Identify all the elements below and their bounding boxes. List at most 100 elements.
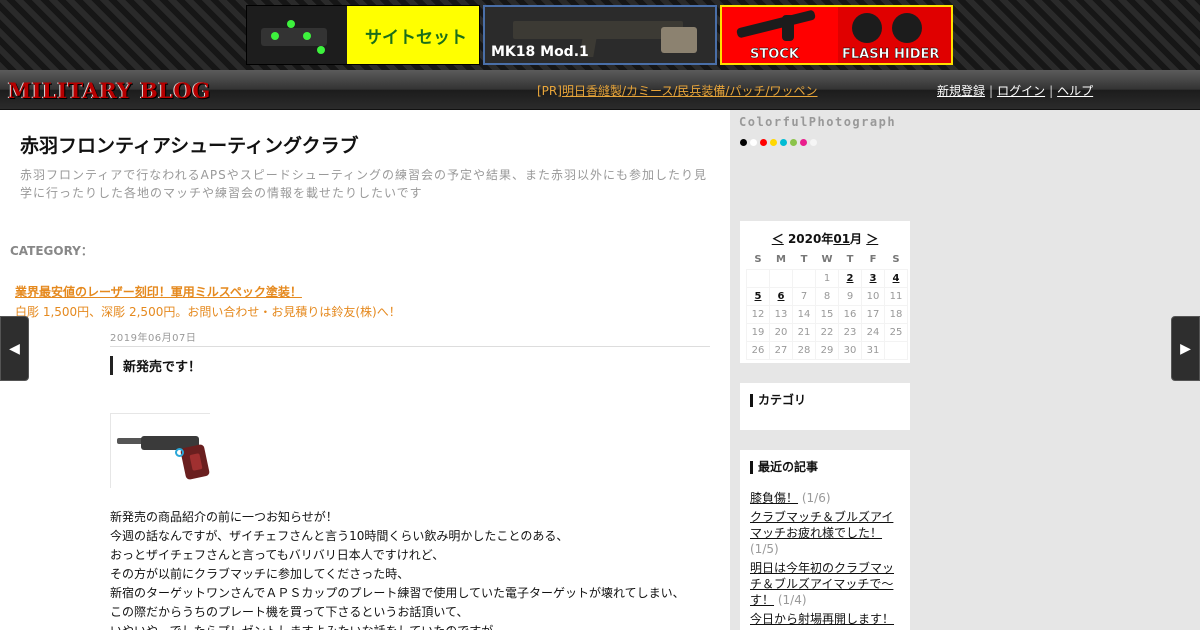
color-swatch[interactable] bbox=[770, 139, 777, 146]
sponsored-link[interactable]: 業界最安値のレーザー刻印！軍用ミルスペック塗装！ bbox=[15, 283, 302, 300]
post-body: 新発売の商品紹介の前に一つお知らせが！ 今週の話なんですが、ザイチェフさんと言う… bbox=[110, 508, 710, 630]
calendar-weekday: T bbox=[800, 254, 808, 266]
calendar-day[interactable]: 5 bbox=[746, 286, 770, 306]
calendar-next-link[interactable]: ＞ bbox=[866, 232, 878, 246]
recent-post-item: 明日は今年初のクラブマッチ＆ブルズアイマッチで～す！ (1/4) bbox=[750, 560, 902, 608]
recent-posts-list: 膝負傷！ (1/6) クラブマッチ＆ブルズアイマッチお疲れ様でした！ (1/5)… bbox=[750, 490, 902, 630]
calendar-day: 27 bbox=[769, 340, 793, 360]
post-line: いやいや、でしたらプレゼントしますよみたいな話をしていたのですが bbox=[110, 622, 710, 630]
ad-mk18-label: MK18 Mod.1 bbox=[491, 44, 589, 60]
recent-post-link[interactable]: 膝負傷！ bbox=[750, 491, 798, 505]
pr-prefix: [PR] bbox=[537, 84, 562, 98]
post-line: 新発売の商品紹介の前に一つお知らせが！ bbox=[110, 510, 338, 524]
color-swatch[interactable] bbox=[780, 139, 787, 146]
calendar-day: 26 bbox=[746, 340, 770, 360]
calendar-day: 20 bbox=[769, 322, 793, 342]
calendar-week-row: 26 27 28 29 30 31 bbox=[746, 340, 908, 360]
calendar-weekday-row: SMTWTFS bbox=[747, 251, 908, 269]
site-logo[interactable]: MILITARY BLOG bbox=[8, 78, 211, 103]
calendar-day: 29 bbox=[815, 340, 839, 360]
recent-post-link[interactable]: 明日は今年初のクラブマッチ＆ブルズアイマッチで～す！ bbox=[750, 561, 894, 607]
calendar-weekday: S bbox=[754, 254, 762, 266]
calendar-day: 10 bbox=[861, 286, 885, 306]
color-swatch[interactable] bbox=[740, 139, 747, 146]
post-line: 新宿のターゲットワンさんでＡＰＳカップのプレート練習で使用していた電子ターゲット… bbox=[110, 586, 685, 600]
calendar-weekday: M bbox=[776, 254, 786, 266]
calendar-day[interactable]: 3 bbox=[861, 268, 885, 288]
post-divider bbox=[110, 346, 710, 347]
ad-banner-strip: サイトセット MK18 Mod.1 STOCK FLASH HIDER bbox=[0, 0, 1200, 70]
pr-link-text[interactable]: 明日香縫製/カミース/民兵装備/パッチ/ワッペン bbox=[562, 84, 818, 98]
ad-sight-set[interactable]: サイトセット bbox=[246, 5, 480, 65]
recent-post-link[interactable]: 今日から射場再開します！ bbox=[750, 612, 894, 626]
calendar-day: 25 bbox=[884, 322, 908, 342]
calendar-day: 22 bbox=[815, 322, 839, 342]
post-thumbnail-image[interactable] bbox=[110, 413, 211, 488]
calendar-day: 19 bbox=[746, 322, 770, 342]
calendar-day: 21 bbox=[792, 322, 816, 342]
calendar-day[interactable]: 6 bbox=[769, 286, 793, 306]
pr-link[interactable]: [PR]明日香縫製/カミース/民兵装備/パッチ/ワッペン bbox=[537, 82, 818, 99]
color-swatch[interactable] bbox=[750, 139, 757, 146]
category-widget-title: カテゴリ bbox=[750, 394, 806, 407]
calendar-day: 24 bbox=[861, 322, 885, 342]
ad-mk18[interactable]: MK18 Mod.1 bbox=[483, 5, 717, 65]
calendar-day[interactable]: 2 bbox=[838, 268, 862, 288]
category-label: CATEGORY： bbox=[10, 244, 93, 258]
calendar-month-link[interactable]: 01 bbox=[833, 232, 850, 246]
color-swatch[interactable] bbox=[810, 139, 817, 146]
calendar-month-suffix: 月 bbox=[850, 232, 863, 246]
calendar-day: 15 bbox=[815, 304, 839, 324]
blog-title[interactable]: 赤羽フロンティアシューティングクラブ bbox=[20, 131, 359, 158]
calendar-day: 12 bbox=[746, 304, 770, 324]
post-title[interactable]: 新発売です！ bbox=[110, 356, 201, 375]
calendar-day[interactable]: 4 bbox=[884, 268, 908, 288]
calendar-day: 13 bbox=[769, 304, 793, 324]
sight-product-image bbox=[247, 6, 347, 64]
calendar-day: 9 bbox=[838, 286, 862, 306]
color-swatch[interactable] bbox=[790, 139, 797, 146]
calendar-day: 16 bbox=[838, 304, 862, 324]
blog-description: 赤羽フロンティアで行なわれるAPSやスピードシューティングの練習会の予定や結果、… bbox=[20, 168, 708, 200]
next-arrow-button[interactable]: ▶ bbox=[1171, 316, 1200, 381]
main-content: 赤羽フロンティアシューティングクラブ 赤羽フロンティアで行なわれるAPSやスピー… bbox=[0, 110, 730, 630]
chevron-left-icon: ◀ bbox=[9, 340, 20, 357]
login-link[interactable]: ログイン bbox=[997, 84, 1045, 98]
calendar-widget: ＜ 2020年01月 ＞ S M T W T F S 1 2 3 4 5 6 7 8 9 10 11 12 13 14 1… bbox=[740, 221, 910, 363]
color-swatch[interactable] bbox=[800, 139, 807, 146]
recent-post-item: 膝負傷！ (1/6) bbox=[750, 490, 902, 506]
calendar-day: 7 bbox=[792, 286, 816, 306]
calendar-empty-cell bbox=[746, 268, 770, 288]
ad-stock-label: STOCK bbox=[750, 47, 799, 62]
recent-posts-widget: 最近の記事 膝負傷！ (1/6) クラブマッチ＆ブルズアイマッチお疲れ様でした！… bbox=[740, 450, 910, 630]
top-nav-bar: MILITARY BLOG [PR]明日香縫製/カミース/民兵装備/パッチ/ワッ… bbox=[0, 70, 1200, 110]
calendar-weekday: F bbox=[869, 254, 877, 266]
recent-post-link[interactable]: クラブマッチ＆ブルズアイマッチお疲れ様でした！ bbox=[750, 510, 893, 540]
calendar-day: 1 bbox=[815, 268, 839, 288]
calendar-day: 11 bbox=[884, 286, 908, 306]
recent-post-item: クラブマッチ＆ブルズアイマッチお疲れ様でした！ (1/5) bbox=[750, 509, 902, 557]
color-swatch[interactable] bbox=[760, 139, 767, 146]
calendar-day: 30 bbox=[838, 340, 862, 360]
calendar-prev-link[interactable]: ＜ bbox=[772, 232, 784, 246]
calendar-weekday: S bbox=[892, 254, 900, 266]
help-link[interactable]: ヘルプ bbox=[1057, 84, 1093, 98]
calendar-day: 23 bbox=[838, 322, 862, 342]
ad-stock-flash-hider[interactable]: STOCK FLASH HIDER bbox=[720, 5, 953, 65]
recent-post-date: (1/6) bbox=[801, 491, 831, 505]
calendar-week-row: 5 6 7 8 9 10 11 bbox=[746, 286, 908, 306]
calendar-week-row: 1234 bbox=[746, 268, 908, 288]
chevron-right-icon: ▶ bbox=[1180, 340, 1191, 357]
post-line: 今週の話なんですが、ザイチェフさんと言う10時間くらい飲み明かしたことのある、 bbox=[110, 529, 569, 543]
sponsored-subtext: 白彫 1,500円、深彫 2,500円。お問い合わせ・お見積りは鈴友(株)へ！ bbox=[15, 305, 401, 319]
calendar-empty-cell bbox=[769, 268, 793, 288]
calendar-empty-cell bbox=[792, 268, 816, 288]
register-link[interactable]: 新規登録 bbox=[937, 84, 985, 98]
calendar-day: 17 bbox=[861, 304, 885, 324]
user-links: 新規登録 | ログイン | ヘルプ bbox=[937, 84, 1094, 98]
calendar-day: 31 bbox=[861, 340, 885, 360]
calendar-day: 18 bbox=[884, 304, 908, 324]
prev-arrow-button[interactable]: ◀ bbox=[0, 316, 29, 381]
calendar-week-row: 12 13 14 15 16 17 18 bbox=[746, 304, 908, 324]
calendar-week-row: 19 20 21 22 23 24 25 bbox=[746, 322, 908, 342]
